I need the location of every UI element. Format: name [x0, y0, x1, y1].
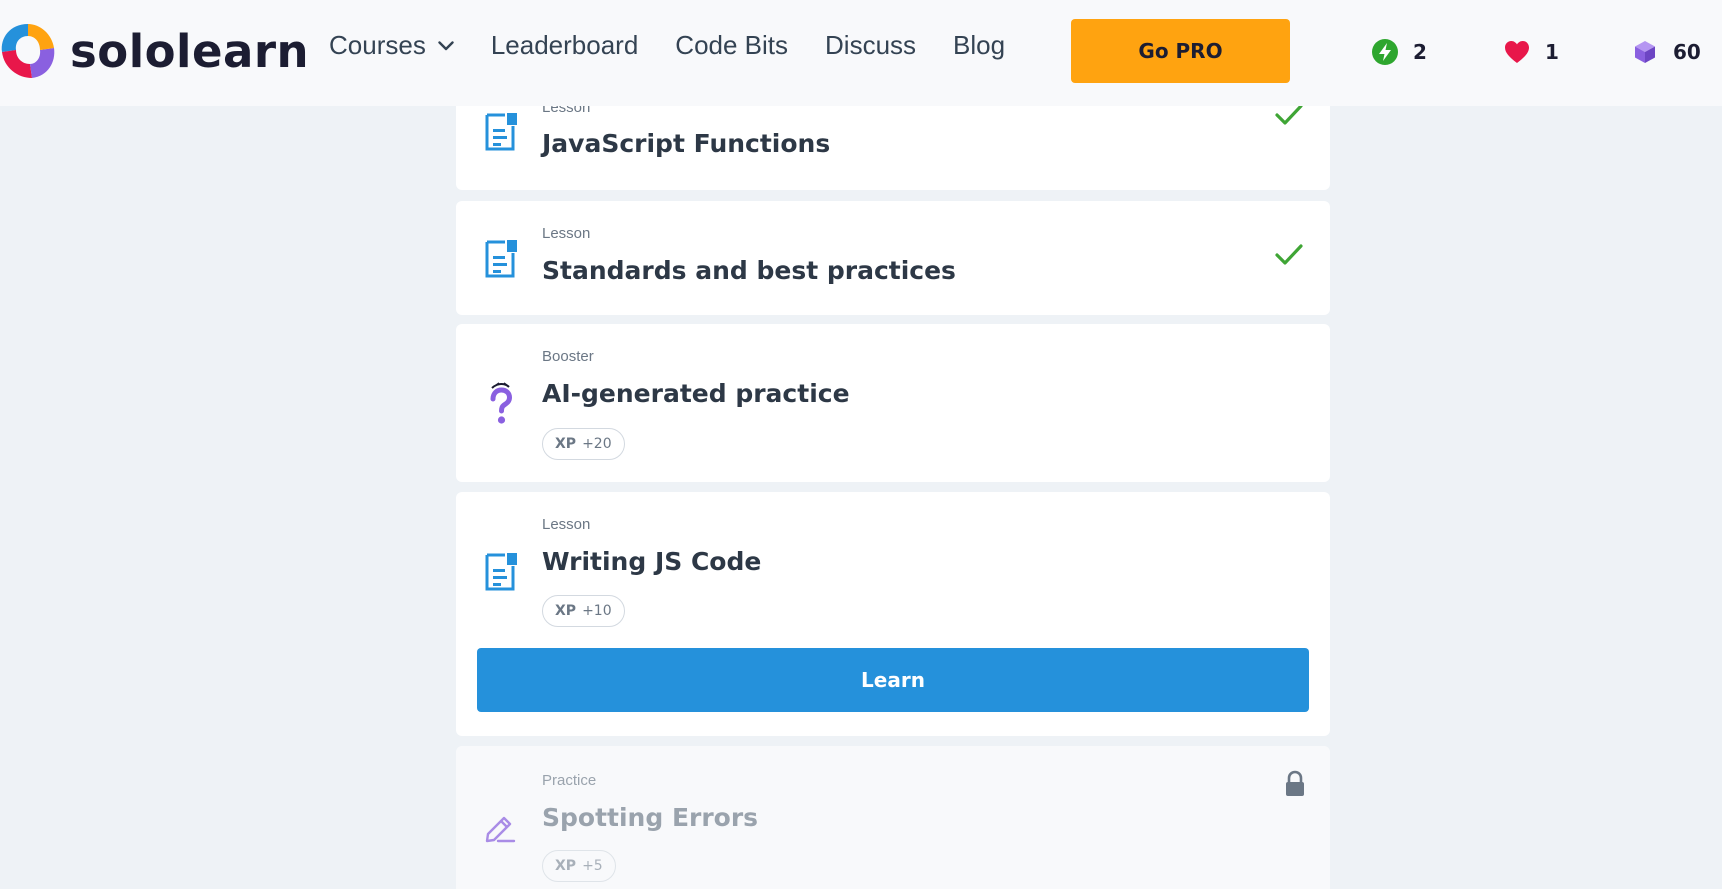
lesson-card[interactable]: Lesson Standards and best practices: [456, 201, 1330, 315]
xp-badge: XP +10: [542, 595, 625, 627]
nav-discuss[interactable]: Discuss: [825, 30, 916, 61]
checkmark-icon: [1275, 244, 1303, 265]
nav-leaderboard[interactable]: Leaderboard: [491, 30, 638, 61]
xp-value: +5: [582, 858, 603, 874]
lesson-type: Lesson: [542, 225, 591, 242]
lesson-type: Practice: [542, 772, 597, 789]
gem-icon: [1635, 41, 1655, 63]
lock-icon: [1286, 770, 1304, 796]
xp-label: XP: [555, 603, 577, 619]
gems-counter[interactable]: 60: [1631, 38, 1701, 66]
streak-counter[interactable]: 2: [1371, 38, 1427, 66]
pencil-icon: [485, 816, 516, 843]
lesson-title: Standards and best practices: [542, 256, 956, 285]
xp-label: XP: [555, 436, 577, 452]
gems-value: 60: [1673, 40, 1701, 64]
sololearn-logo-icon: [1, 24, 55, 78]
question-icon: [490, 382, 513, 424]
xp-badge: XP +5: [542, 850, 616, 882]
heart-icon: [1505, 41, 1529, 63]
lesson-title: AI-generated practice: [542, 379, 850, 408]
checkmark-icon: [1275, 104, 1303, 125]
document-icon: [485, 553, 517, 591]
learn-button[interactable]: Learn: [477, 648, 1309, 712]
hearts-value: 1: [1545, 40, 1559, 64]
nav-code-bits[interactable]: Code Bits: [675, 30, 788, 61]
lesson-type: Lesson: [542, 516, 591, 533]
chevron-down-icon: [438, 40, 454, 50]
nav-blog[interactable]: Blog: [953, 30, 1005, 61]
lesson-type: Booster: [542, 348, 594, 365]
xp-badge: XP +20: [542, 428, 625, 460]
top-header: sololearn Courses Leaderboard Code Bits …: [0, 0, 1722, 106]
current-lesson-card[interactable]: Lesson Writing JS Code XP +10 Learn: [456, 492, 1330, 736]
nav-courses[interactable]: Courses: [329, 30, 454, 61]
sololearn-logo[interactable]: sololearn: [0, 18, 309, 84]
xp-value: +10: [582, 603, 612, 619]
lesson-title: Writing JS Code: [542, 547, 762, 576]
lesson-title: JavaScript Functions: [542, 129, 831, 158]
brand-name: sololearn: [70, 24, 310, 78]
booster-card[interactable]: Booster AI-generated practice XP +20: [456, 324, 1330, 482]
nav-courses-label: Courses: [329, 30, 426, 60]
go-pro-button[interactable]: Go PRO: [1071, 19, 1290, 83]
locked-practice-card[interactable]: Practice Spotting Errors XP +5: [456, 746, 1330, 889]
streak-value: 2: [1413, 40, 1427, 64]
xp-value: +20: [582, 436, 612, 452]
main-nav: Courses Leaderboard Code Bits Discuss Bl…: [329, 30, 1042, 61]
xp-label: XP: [555, 858, 577, 874]
document-icon: [485, 240, 517, 278]
lesson-title: Spotting Errors: [542, 803, 759, 832]
lightning-icon: [1372, 39, 1398, 65]
document-icon: [485, 113, 517, 151]
hearts-counter[interactable]: 1: [1503, 38, 1559, 66]
